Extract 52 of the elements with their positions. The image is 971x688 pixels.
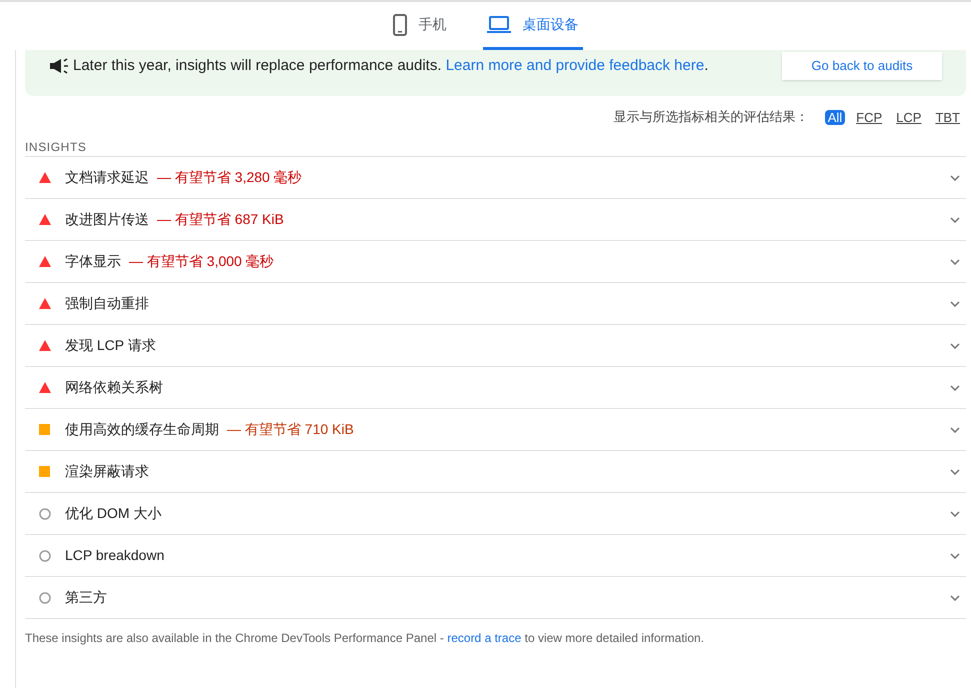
- insight-row[interactable]: 改进图片传送 — 有望节省 687 KiB: [25, 199, 966, 241]
- metric-filter[interactable]: LCP: [893, 110, 924, 124]
- chevron-down-icon[interactable]: [950, 216, 960, 222]
- insight-row[interactable]: 第三方: [25, 577, 966, 619]
- savings-text: — 有望节省 687 KiB: [157, 210, 284, 229]
- chevron-down-icon[interactable]: [950, 468, 960, 474]
- chevron-down-icon[interactable]: [950, 552, 960, 558]
- insight-title: 第三方: [65, 588, 107, 607]
- chevron-down-icon[interactable]: [950, 174, 960, 180]
- chevron-down-icon[interactable]: [950, 300, 960, 306]
- feedback-link[interactable]: Learn more and provide feedback here: [446, 57, 704, 74]
- insight-row[interactable]: 网络依赖关系树: [25, 367, 966, 409]
- insight-title: 使用高效的缓存生命周期: [65, 420, 219, 439]
- footer-text: These insights are also available in the Chrome DevTools Performance Panel - record a trace to view more detailed information.: [25, 630, 706, 647]
- insight-title: LCP breakdown: [65, 546, 164, 565]
- insight-title: 优化 DOM 大小: [65, 504, 162, 523]
- insight-row[interactable]: 强制自动重排: [25, 283, 966, 325]
- record-trace-link[interactable]: record a trace: [447, 631, 522, 645]
- metric-filter[interactable]: All: [824, 110, 846, 124]
- banner-text: Later this year, insights will replace performance audits. Learn more and provide feedback here.: [73, 56, 708, 76]
- insight-title: 渲染屏蔽请求: [65, 462, 149, 481]
- go-back-button[interactable]: Go back to audits: [782, 52, 942, 80]
- savings-text: — 有望节省 3,280 毫秒: [157, 168, 302, 187]
- insight-title: 网络依赖关系树: [65, 378, 163, 397]
- filter-label: 显示与所选指标相关的评估结果：: [614, 108, 809, 126]
- insight-row[interactable]: 发现 LCP 请求: [25, 325, 966, 367]
- chevron-down-icon[interactable]: [950, 384, 960, 390]
- section-title: INSIGHTS: [25, 139, 88, 156]
- savings-text: — 有望节省 710 KiB: [227, 420, 354, 439]
- insight-row[interactable]: 字体显示 — 有望节省 3,000 毫秒: [25, 241, 966, 283]
- insight-title: 字体显示: [65, 252, 121, 271]
- insight-row[interactable]: LCP breakdown: [25, 535, 966, 577]
- metric-filter[interactable]: FCP: [853, 110, 886, 124]
- phone-icon: [392, 14, 406, 36]
- metric-filter[interactable]: TBT: [932, 110, 963, 124]
- insight-row[interactable]: 优化 DOM 大小: [25, 493, 966, 535]
- insight-row[interactable]: 使用高效的缓存生命周期 — 有望节省 710 KiB: [25, 409, 966, 451]
- insight-title: 改进图片传送: [65, 210, 149, 229]
- insight-row[interactable]: 文档请求延迟 — 有望节省 3,280 毫秒: [25, 157, 966, 199]
- chevron-down-icon[interactable]: [950, 426, 960, 432]
- insight-title: 强制自动重排: [65, 294, 149, 313]
- insight-row[interactable]: 渲染屏蔽请求: [25, 451, 966, 493]
- savings-text: — 有望节省 3,000 毫秒: [129, 252, 274, 271]
- chevron-down-icon[interactable]: [950, 342, 960, 348]
- insight-title: 文档请求延迟: [65, 168, 149, 187]
- chevron-down-icon[interactable]: [950, 594, 960, 600]
- device-tab[interactable]: 手机: [388, 2, 450, 50]
- insight-title: 发现 LCP 请求: [65, 336, 156, 355]
- laptop-icon: [486, 16, 510, 34]
- chevron-down-icon[interactable]: [950, 510, 960, 516]
- megaphone-icon: [49, 58, 69, 74]
- chevron-down-icon[interactable]: [950, 258, 960, 264]
